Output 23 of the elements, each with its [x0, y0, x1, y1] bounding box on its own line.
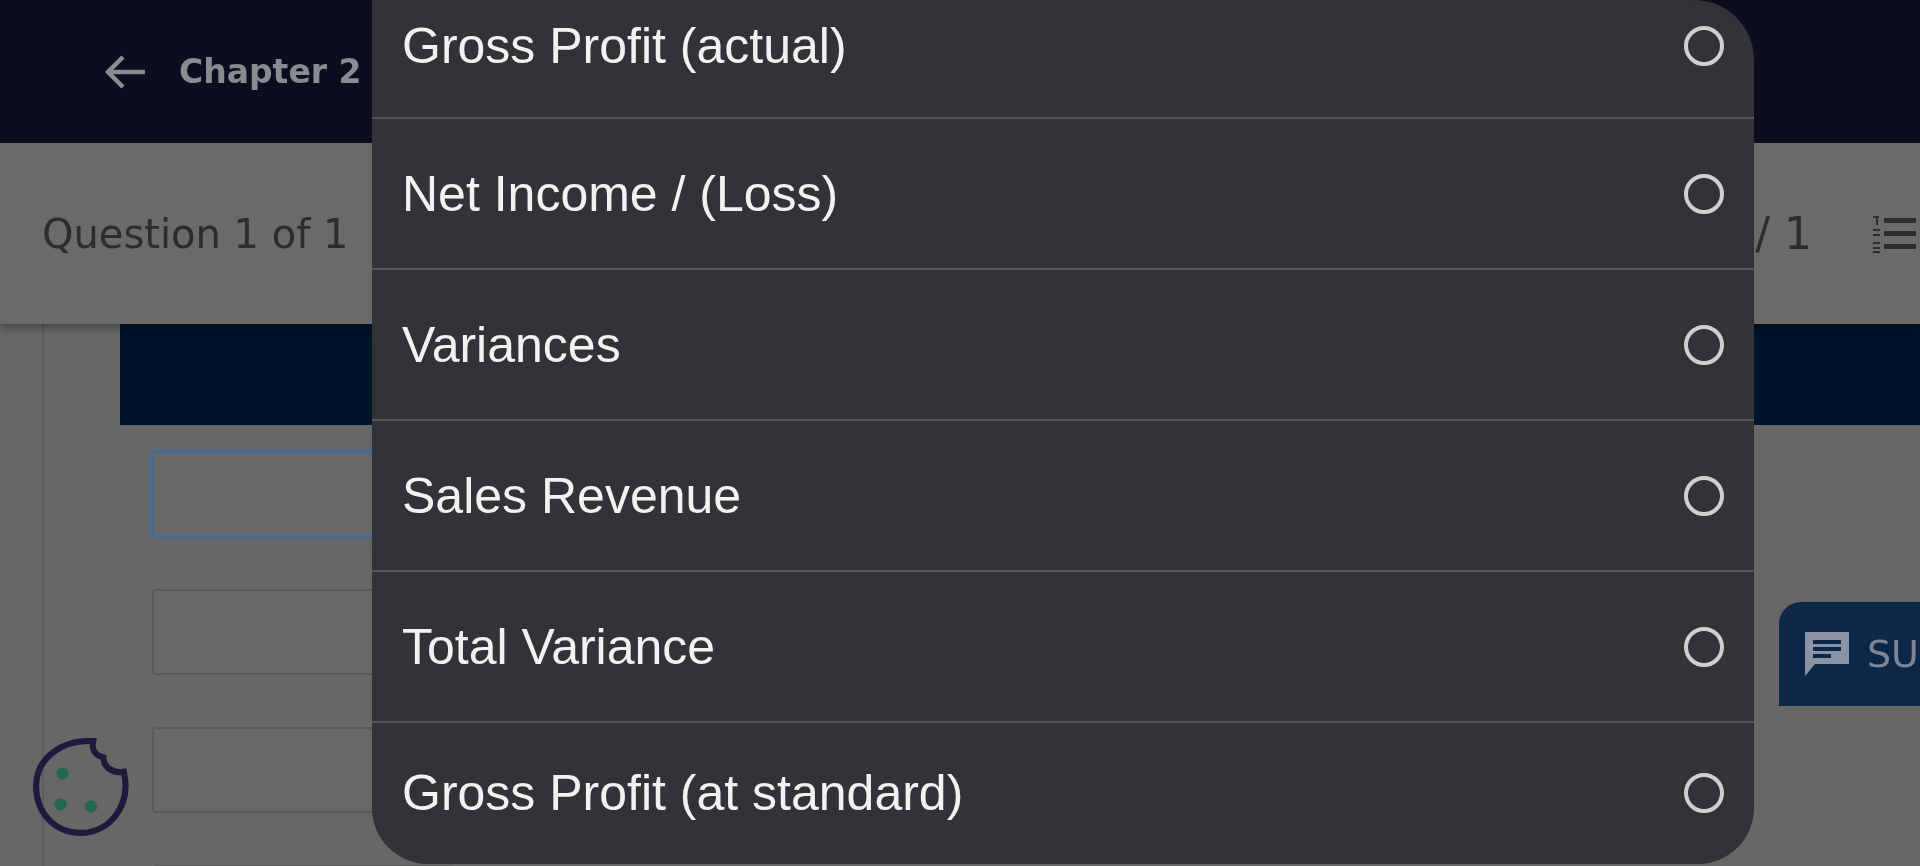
option-row[interactable]: Total Variance — [372, 570, 1754, 721]
option-row[interactable]: Net Income / (Loss) — [372, 117, 1754, 268]
chapter-title: Chapter 2 — [179, 52, 362, 91]
radio-button[interactable] — [1684, 173, 1724, 214]
radio-button[interactable] — [1684, 324, 1724, 365]
option-label: Gross Profit (actual) — [402, 16, 848, 75]
option-label: Sales Revenue — [402, 466, 743, 525]
radio-button[interactable] — [1684, 773, 1724, 813]
option-row[interactable]: Gross Profit (at standard) — [372, 721, 1754, 863]
radio-button[interactable] — [1684, 475, 1724, 516]
option-row[interactable]: Sales Revenue — [372, 419, 1754, 570]
option-row[interactable]: Gross Profit (actual) — [372, 0, 1754, 117]
back-arrow-icon[interactable] — [103, 53, 147, 90]
option-label: Variances — [402, 315, 622, 374]
feedback-button[interactable]: SU — [1779, 602, 1920, 706]
question-counter: Question 1 of 1 — [42, 210, 349, 257]
radio-button[interactable] — [1684, 626, 1724, 667]
radio-button[interactable] — [1684, 25, 1724, 66]
option-row[interactable]: Variances — [372, 268, 1754, 419]
score-text: / 1 — [1755, 208, 1812, 259]
option-label: Total Variance — [402, 617, 717, 676]
option-label: Net Income / (Loss) — [402, 164, 840, 223]
option-label: Gross Profit (at standard) — [402, 764, 965, 822]
